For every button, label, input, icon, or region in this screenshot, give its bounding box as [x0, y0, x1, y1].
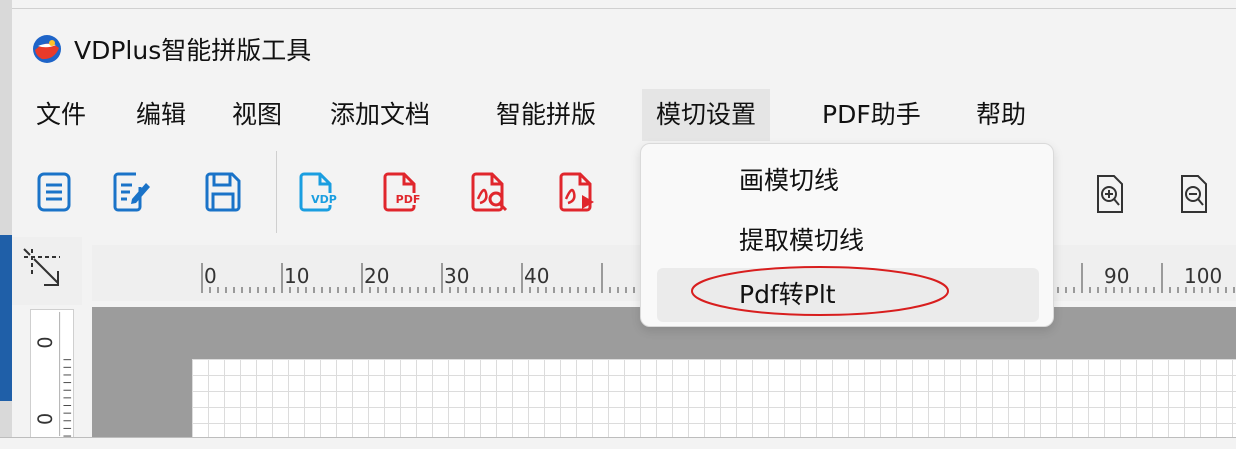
menu-pdf-assistant[interactable]: PDF助手	[808, 89, 935, 141]
background-window-edge	[0, 0, 12, 449]
ruler-label: 0	[34, 336, 57, 348]
zoom-in-icon[interactable]	[1092, 172, 1128, 216]
menu-die-cut-settings[interactable]: 模切设置	[642, 89, 771, 141]
menu-add-document[interactable]: 添加文档	[316, 89, 444, 141]
vertical-ruler: 0 0	[30, 309, 74, 439]
ruler-label: 40	[524, 264, 549, 288]
add-vdp-icon[interactable]: VDP	[296, 169, 338, 215]
screenshot-frame: VDPlus智能拼版工具 文件 编辑 视图 添加文档 智能拼版 模切设置 PDF…	[0, 0, 1236, 449]
ruler-label: 30	[444, 264, 469, 288]
svg-text:PDF: PDF	[396, 193, 421, 206]
ruler-label: 10	[284, 264, 309, 288]
ruler-label: 0	[204, 264, 217, 288]
menu-file[interactable]: 文件	[22, 89, 100, 141]
imposition-sheet[interactable]	[192, 359, 1236, 439]
ruler-corner-select-icon[interactable]	[12, 237, 82, 305]
annotation-ellipse	[691, 266, 949, 316]
save-icon[interactable]	[202, 169, 244, 215]
svg-text:VDP: VDP	[311, 193, 337, 206]
window-title: VDPlus智能拼版工具	[74, 36, 312, 65]
ruler-label: 0	[34, 413, 57, 425]
ruler-label: 20	[364, 264, 389, 288]
menu-smart-imposition[interactable]: 智能拼版	[482, 89, 610, 141]
app-window: VDPlus智能拼版工具 文件 编辑 视图 添加文档 智能拼版 模切设置 PDF…	[12, 8, 1236, 439]
ruler-label: 90	[1104, 264, 1129, 288]
bottom-edge	[0, 437, 1236, 449]
toolbar-separator	[276, 151, 277, 233]
pdf-search-icon[interactable]	[468, 169, 510, 215]
menu-item-extract-die-line[interactable]: 提取模切线	[657, 214, 1039, 268]
menu-item-draw-die-line[interactable]: 画模切线	[657, 154, 1039, 208]
zoom-out-icon[interactable]	[1176, 172, 1212, 216]
ruler-label: 100	[1184, 264, 1222, 288]
menu-help[interactable]: 帮助	[962, 89, 1040, 141]
menu-view[interactable]: 视图	[218, 89, 296, 141]
menu-edit[interactable]: 编辑	[122, 89, 200, 141]
add-pdf-icon[interactable]: PDF	[380, 169, 422, 215]
app-logo-icon	[33, 35, 61, 63]
menu-bar: 文件 编辑 视图 添加文档 智能拼版 模切设置 PDF助手 帮助	[12, 89, 1236, 141]
pdf-export-icon[interactable]	[556, 169, 598, 215]
title-bar: VDPlus智能拼版工具	[12, 9, 1236, 89]
edit-document-icon[interactable]	[110, 169, 152, 215]
new-document-icon[interactable]	[34, 169, 76, 215]
